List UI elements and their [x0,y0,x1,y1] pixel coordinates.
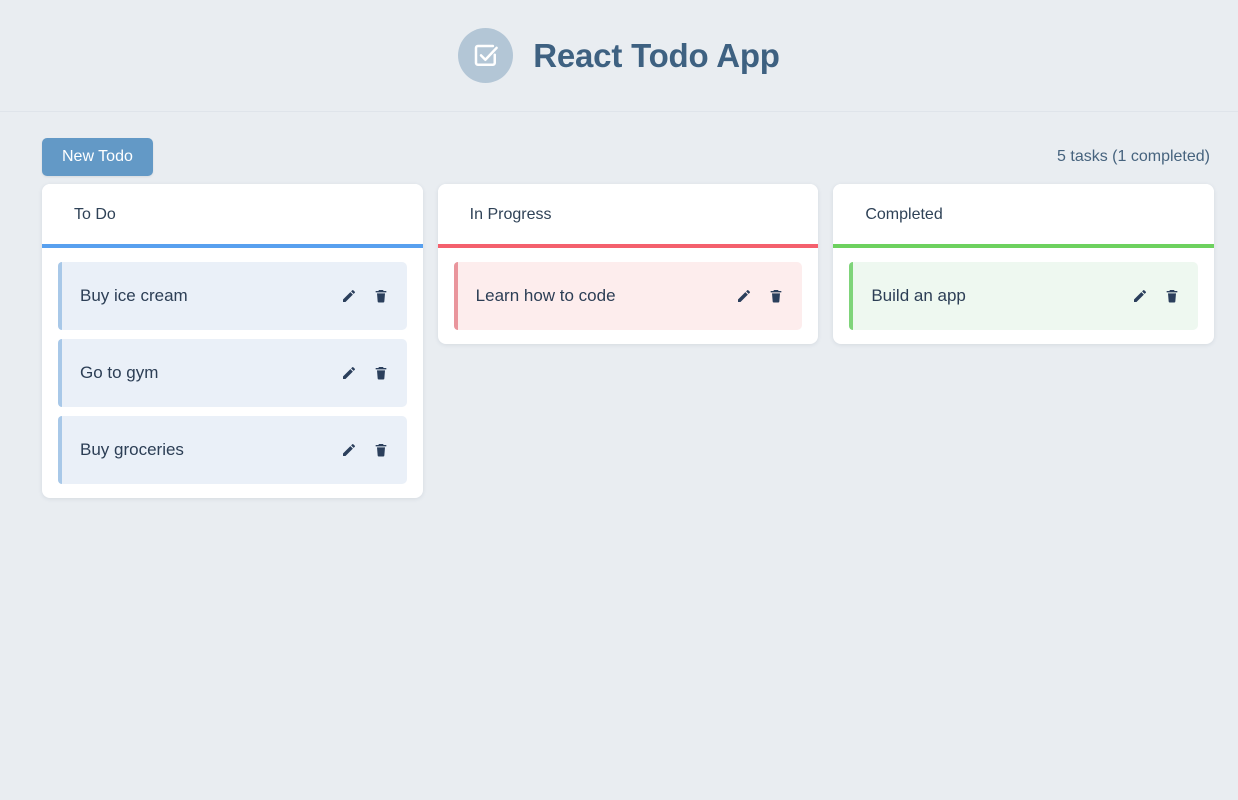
pencil-icon [1132,288,1148,304]
task-card[interactable]: Go to gym [58,339,407,407]
new-todo-button[interactable]: New Todo [42,138,153,176]
task-label: Buy groceries [80,440,184,459]
delete-task-button[interactable] [1164,288,1180,304]
task-actions [341,442,389,458]
trash-icon [373,365,389,381]
toolbar: New Todo 5 tasks (1 completed) [0,112,1238,184]
column-title-completed: Completed [833,184,1215,244]
task-card[interactable]: Buy ice cream [58,262,407,330]
edit-task-button[interactable] [341,442,357,458]
task-accent-bar [58,262,62,330]
trash-icon [373,288,389,304]
task-actions [736,288,784,304]
app-header: React Todo App [0,0,1238,112]
task-label: Build an app [871,286,966,305]
delete-task-button[interactable] [768,288,784,304]
column-task-list-completed: Build an app [833,248,1214,336]
pencil-icon [341,288,357,304]
edit-task-button[interactable] [736,288,752,304]
board-column-todo[interactable]: To Do Buy ice cream Go to gym Buy grocer… [42,184,423,498]
trash-icon [768,288,784,304]
edit-task-button[interactable] [341,365,357,381]
delete-task-button[interactable] [373,365,389,381]
pencil-icon [341,442,357,458]
task-label: Buy ice cream [80,286,188,305]
task-count-status: 5 tasks (1 completed) [1057,148,1210,165]
pencil-icon [736,288,752,304]
task-label: Go to gym [80,363,159,382]
board-column-inprogress[interactable]: In Progress Learn how to code [437,184,819,344]
pencil-icon [341,365,357,381]
task-accent-bar [58,416,62,484]
edit-task-button[interactable] [1132,288,1148,304]
check-square-icon [458,28,514,83]
task-accent-bar [849,262,854,330]
task-card[interactable]: Buy groceries [58,416,407,484]
column-title-todo: To Do [42,184,423,244]
delete-task-button[interactable] [373,288,389,304]
trash-icon [373,442,389,458]
column-title-inprogress: In Progress [437,184,819,244]
task-actions [341,365,389,381]
trash-icon [1164,288,1180,304]
column-task-list-todo: Buy ice cream Go to gym Buy groceries [42,248,423,490]
page-title: React Todo App [533,37,780,74]
edit-task-button[interactable] [341,288,357,304]
task-actions [1132,288,1180,304]
task-accent-bar [58,339,62,407]
kanban-board: To Do Buy ice cream Go to gym Buy grocer… [0,184,1238,498]
task-card[interactable]: Build an app [849,262,1199,330]
task-accent-bar [453,262,458,330]
task-label: Learn how to code [475,286,616,305]
board-column-completed[interactable]: Completed Build an app [833,184,1215,344]
task-card[interactable]: Learn how to code [453,262,803,330]
column-task-list-inprogress: Learn how to code [438,248,819,336]
task-actions [341,288,389,304]
delete-task-button[interactable] [373,442,389,458]
